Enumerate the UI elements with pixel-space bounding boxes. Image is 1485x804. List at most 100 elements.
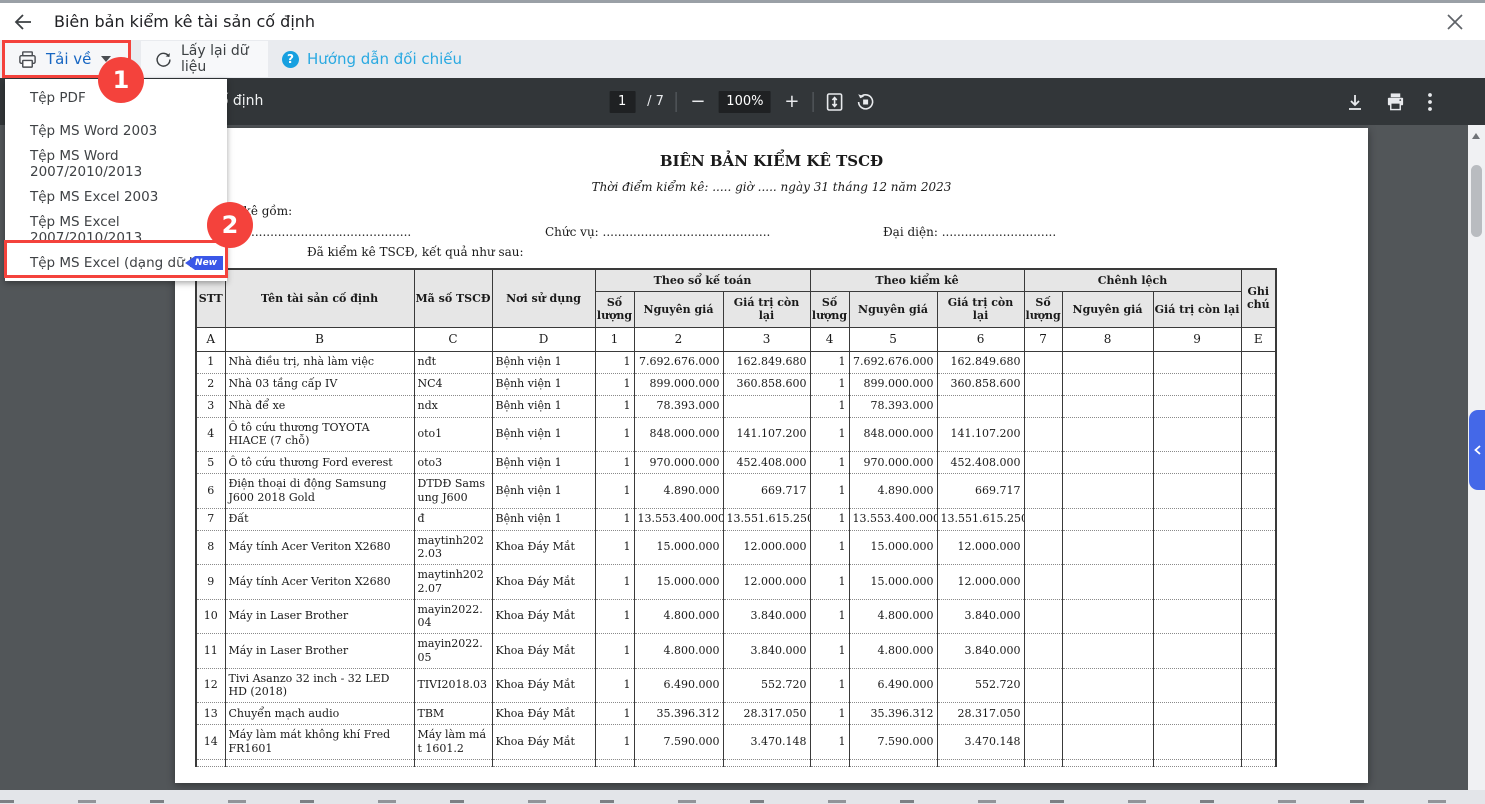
- annotation-step-1: 1: [98, 57, 144, 103]
- table-cell: 848.000.000: [849, 417, 937, 452]
- table-cell: Tivi Asanzo 32 inch - 32 LED HD (2018): [225, 668, 414, 703]
- column-letter: A: [196, 327, 225, 351]
- table-cell: [1024, 634, 1062, 669]
- reload-button[interactable]: Lấy lại dữ liệu: [141, 41, 268, 77]
- download-menu: Tệp PDF Tệp MS Word 2003Tệp MS Word 2007/…: [5, 79, 227, 281]
- help-link[interactable]: ? Hướng dẫn đối chiếu: [282, 41, 462, 77]
- table-cell: Máy in Laser Brother: [225, 599, 414, 634]
- pdf-action-icons: [1346, 78, 1433, 125]
- table-row: 5Ô tô cứu thương Ford everestoto3Bệnh vi…: [196, 452, 1276, 474]
- back-button[interactable]: [0, 4, 46, 40]
- table-cell: TIVI2018.03: [414, 668, 492, 703]
- name-dots-line: ........................................…: [251, 225, 411, 239]
- table-cell: Máy làm mát không khí Fred FR1601: [225, 725, 414, 760]
- menu-item-2[interactable]: Tệp MS Word 2003: [5, 114, 227, 147]
- table-cell: [1024, 474, 1062, 509]
- column-letter: 5: [849, 327, 937, 351]
- table-cell: 4: [196, 417, 225, 452]
- table-cell: 1: [595, 351, 634, 373]
- sub-header-remaining: Giá trị còn lại: [1153, 291, 1241, 327]
- pdf-more-button[interactable]: [1427, 92, 1433, 112]
- download-button-label: Tải về: [46, 50, 91, 68]
- table-cell: oto3: [414, 452, 492, 474]
- table-cell: [1241, 759, 1276, 766]
- table-cell: nđt: [414, 351, 492, 373]
- table-cell: [1062, 351, 1153, 373]
- table-cell: Nhà 03 tầng cấp IV: [225, 373, 414, 395]
- close-icon: [1446, 13, 1464, 31]
- table-header-row: STT Tên tài sản cố định Mã số TSCĐ Nơi s…: [196, 269, 1276, 291]
- table-cell: 1: [810, 703, 849, 725]
- column-letter: 3: [723, 327, 810, 351]
- rotate-icon: [856, 92, 876, 112]
- table-cell: maytinh2022.03: [414, 530, 492, 565]
- pdf-print-button[interactable]: [1386, 92, 1405, 111]
- table-cell: 12.000.000: [723, 565, 810, 600]
- scroll-up-icon: [1472, 133, 1480, 139]
- table-cell: [1062, 725, 1153, 760]
- scrollbar-thumb[interactable]: [1471, 165, 1482, 237]
- fit-page-button[interactable]: [826, 92, 844, 112]
- pdf-download-button[interactable]: [1346, 93, 1364, 111]
- table-cell: [1153, 703, 1241, 725]
- menu-item-5[interactable]: Tệp MS Excel 2007/2010/2013: [5, 213, 227, 246]
- table-cell: 15.000.000: [634, 565, 723, 600]
- menu-item-6[interactable]: Tệp MS Excel (dạng dữ liệu)New: [5, 246, 227, 279]
- table-cell: 669.717: [937, 474, 1024, 509]
- table-cell: 12.000.000: [937, 530, 1024, 565]
- table-row: 2Nhà 03 tầng cấp IVNC4Bệnh viện 11899.00…: [196, 373, 1276, 395]
- table-cell: [1153, 351, 1241, 373]
- table-cell: [1062, 565, 1153, 600]
- table-row: 12Tivi Asanzo 32 inch - 32 LED HD (2018)…: [196, 668, 1276, 703]
- table-cell: [1024, 417, 1062, 452]
- table-cell: [1153, 599, 1241, 634]
- table-cell: 1: [196, 351, 225, 373]
- rotate-button[interactable]: [856, 92, 876, 112]
- table-cell: Khoa Đáy Mắt: [492, 725, 595, 760]
- zoom-in-button[interactable]: +: [783, 93, 801, 111]
- table-cell: [1024, 452, 1062, 474]
- table-cell: 452.408.000: [723, 452, 810, 474]
- table-cell: Nhà để xe: [225, 395, 414, 417]
- menu-item-label: Tệp MS Word 2007/2010/2013: [30, 148, 227, 180]
- table-cell: 552.720: [937, 668, 1024, 703]
- table-cell: 15.000.000: [634, 530, 723, 565]
- close-button[interactable]: [1441, 8, 1469, 36]
- sub-header-remaining: Giá trị còn lại: [723, 291, 810, 327]
- table-cell: [1153, 668, 1241, 703]
- table-cell: [1241, 417, 1276, 452]
- bottom-strip: [0, 790, 1485, 804]
- page-number-input[interactable]: 1: [609, 91, 635, 113]
- menu-item-3[interactable]: Tệp MS Word 2007/2010/2013: [5, 147, 227, 180]
- table-cell: 6: [196, 474, 225, 509]
- table-cell: [1153, 373, 1241, 395]
- page-count-label: / 7: [647, 94, 664, 109]
- collapse-side-tab[interactable]: [1469, 410, 1485, 490]
- table-cell: [1062, 508, 1153, 530]
- column-letter: 8: [1062, 327, 1153, 351]
- table-cell: 6.490.000: [634, 668, 723, 703]
- table-cell: Chuyển mạch audio: [225, 703, 414, 725]
- sub-header-remaining: Giá trị còn lại: [937, 291, 1024, 327]
- col-header-asset-name: Tên tài sản cố định: [225, 269, 414, 327]
- table-cell: đ: [414, 508, 492, 530]
- window-header: Biên bản kiểm kê tài sản cố định: [0, 3, 1485, 40]
- table-cell: 7.692.676.000: [849, 351, 937, 373]
- table-cell: 1: [810, 725, 849, 760]
- menu-item-label: Tệp PDF: [30, 90, 86, 106]
- print-icon: [1386, 92, 1405, 111]
- menu-item-4[interactable]: Tệp MS Excel 2003: [5, 180, 227, 213]
- table-cell: [849, 759, 937, 766]
- table-cell: 1: [595, 417, 634, 452]
- table-cell: 1: [810, 599, 849, 634]
- table-cell: 1: [810, 452, 849, 474]
- page-title: Biên bản kiểm kê tài sản cố định: [54, 12, 315, 31]
- table-cell: [1024, 565, 1062, 600]
- table-cell: 3.840.000: [723, 634, 810, 669]
- table-row: 13Chuyển mạch audioTBMKhoa Đáy Mắt135.39…: [196, 703, 1276, 725]
- table-cell: Bệnh viện 1: [492, 417, 595, 452]
- zoom-out-button[interactable]: −: [689, 93, 707, 111]
- table-cell: oto1: [414, 417, 492, 452]
- table-cell: 6.490.000: [849, 668, 937, 703]
- table-cell: [1062, 599, 1153, 634]
